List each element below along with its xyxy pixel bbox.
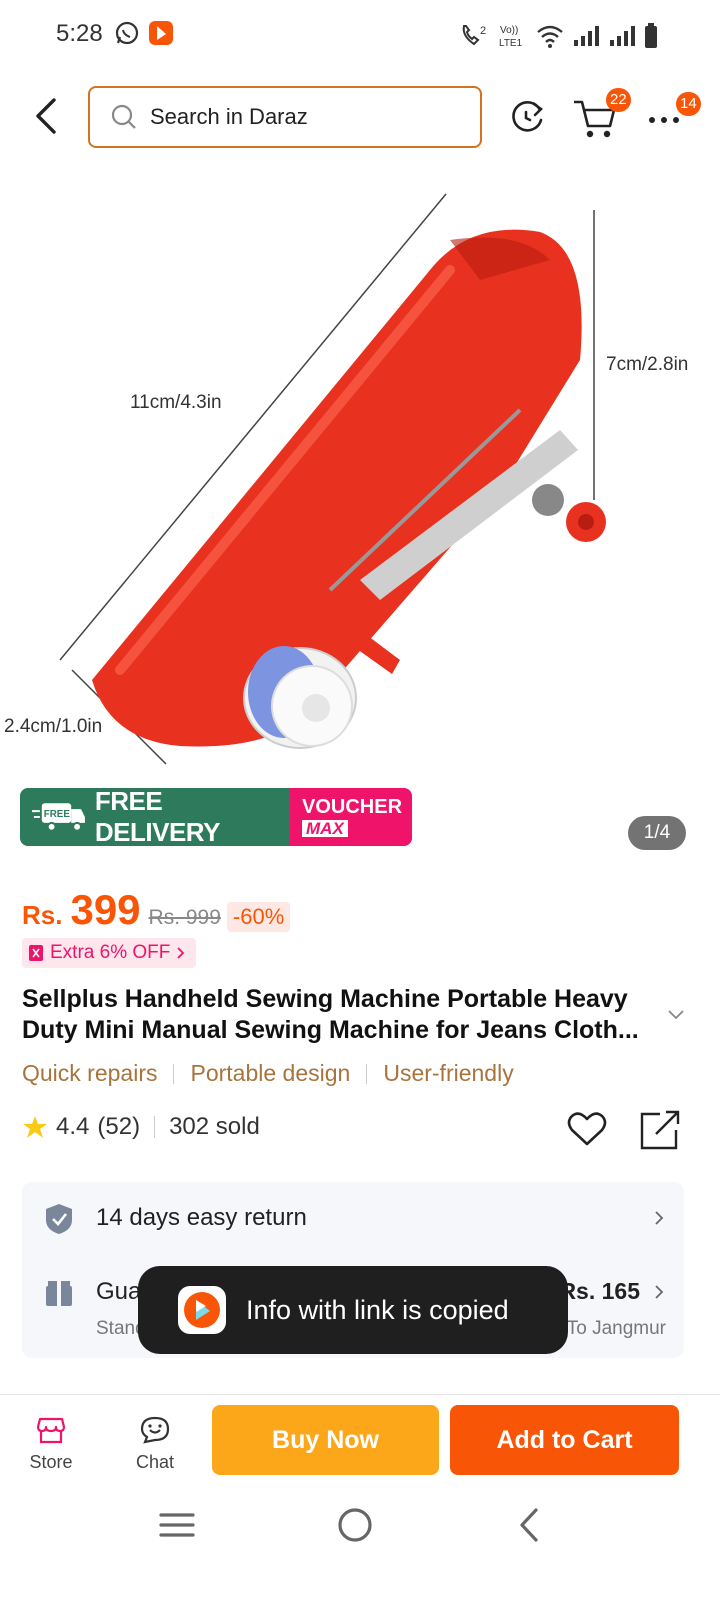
volte-icon: Vo)) LTE1 [499, 25, 523, 49]
voucher-max-tag: VOUCHER MAX [290, 788, 412, 846]
recents-icon[interactable] [158, 1510, 196, 1540]
volte-label: Vo)) [500, 25, 518, 36]
price-row: Rs. 399 Rs. 999 -60% [22, 886, 291, 934]
free-tag-text: FREE [44, 809, 71, 820]
tag-divider [366, 1063, 368, 1084]
tag-divider [173, 1063, 175, 1084]
lte-label: LTE1 [499, 38, 523, 49]
price-value: 399 [70, 886, 141, 933]
coupon-icon [29, 945, 43, 961]
rating-divider [154, 1116, 156, 1138]
status-time: 5:28 [56, 20, 103, 47]
store-label: Store [29, 1452, 73, 1472]
status-left-icons [114, 20, 174, 46]
signal-icon [574, 26, 599, 46]
bottom-action-bar: Store Chat Buy Now Add to Cart [0, 1394, 720, 1494]
product-title: Sellplus Handheld Sewing Machine Portabl… [22, 985, 639, 1044]
feature-tag: Quick repairs [22, 1060, 158, 1086]
chevron-right-icon [655, 1285, 664, 1299]
voucher-label: VOUCHER [302, 796, 403, 818]
system-navigation-bar [0, 1494, 720, 1600]
chat-icon [140, 1416, 170, 1444]
store-button[interactable]: Store [16, 1415, 86, 1473]
daraz-notify-icon [149, 21, 173, 45]
status-bar: 5:28 2 Vo)) LTE1 [0, 0, 720, 72]
review-count: (52) [97, 1113, 141, 1140]
dimension-width-label: 2.4cm/1.0in [4, 716, 103, 737]
dimension-length-label: 11cm/4.3in [130, 392, 222, 413]
signal-icon [610, 26, 635, 46]
truck-icon: FREE [32, 803, 85, 832]
delivery-price: Rs. 165 [559, 1278, 640, 1304]
refresh-icon[interactable] [504, 94, 550, 140]
rating-value: 4.4 [56, 1113, 90, 1140]
return-label: 14 days easy return [96, 1204, 307, 1231]
sewing-machine-illustration [59, 193, 606, 765]
feature-tag: Portable design [190, 1060, 351, 1086]
top-nav: Search in Daraz 22 14 [0, 84, 720, 150]
store-icon [36, 1417, 66, 1444]
return-row[interactable]: 14 days easy return [22, 1182, 684, 1254]
heart-icon[interactable] [566, 1108, 608, 1150]
status-right-icons: 2 Vo)) LTE1 [460, 22, 658, 50]
package-icon [46, 1281, 72, 1306]
daraz-logo [178, 1286, 226, 1334]
chat-label: Chat [135, 1452, 175, 1472]
back-button[interactable] [24, 92, 68, 140]
whatsapp-icon [115, 21, 139, 45]
cart-button[interactable]: 22 [570, 88, 631, 146]
buy-now-button[interactable]: Buy Now [212, 1405, 439, 1475]
product-image[interactable]: 11cm/4.3in 7cm/2.8in 2.4cm/1.0in [0, 160, 720, 792]
more-badge: 14 [676, 92, 701, 116]
rating-row[interactable]: 4.4 (52) 302 sold [22, 1113, 260, 1141]
toast-message: Info with link is copied [246, 1294, 509, 1325]
chevron-down-icon[interactable] [666, 1008, 686, 1022]
shield-check-icon [46, 1204, 72, 1234]
promo-banner: FREE FREE DELIVERY VOUCHER MAX [20, 788, 412, 846]
sold-count: 302 sold [169, 1113, 260, 1140]
search-placeholder: Search in Daraz [150, 104, 308, 129]
wifi-call-icon: 2 [462, 25, 486, 46]
wifi-icon [537, 25, 563, 48]
extra-off-tag[interactable]: Extra 6% OFF [22, 938, 197, 968]
sim-number: 2 [480, 25, 486, 37]
star-icon [23, 1116, 47, 1138]
free-delivery-label: FREE DELIVERY [94, 788, 221, 846]
original-price: Rs. 999 [148, 906, 221, 929]
image-counter: 1/4 [628, 816, 686, 850]
cart-badge: 22 [606, 88, 631, 112]
dimension-height-label: 7cm/2.8in [606, 354, 689, 375]
search-icon [111, 104, 136, 129]
back-nav-icon[interactable] [514, 1506, 544, 1544]
discount-badge: -60% [226, 902, 291, 932]
home-icon[interactable] [336, 1506, 374, 1544]
free-delivery-tag: FREE FREE DELIVERY [20, 788, 290, 846]
add-to-cart-button[interactable]: Add to Cart [450, 1405, 679, 1475]
search-input[interactable]: Search in Daraz [88, 86, 482, 148]
more-menu-button[interactable]: 14 [644, 90, 704, 146]
share-icon[interactable] [638, 1108, 682, 1152]
copied-toast: Info with link is copied [138, 1266, 568, 1354]
feature-tag: User-friendly [383, 1060, 514, 1086]
chat-button[interactable]: Chat [120, 1415, 190, 1473]
chevron-right-icon [177, 947, 185, 959]
extra-off-label: Extra 6% OFF [50, 942, 171, 963]
voucher-max-label: MAX [302, 820, 348, 837]
price-currency: Rs. [22, 900, 63, 930]
chevron-right-icon [655, 1211, 664, 1225]
feature-tags: Quick repairs Portable design User-frien… [22, 1060, 514, 1087]
delivery-destination: To Jangmur [566, 1318, 666, 1339]
daraz-logo-icon [184, 1292, 220, 1328]
battery-icon [645, 23, 657, 48]
